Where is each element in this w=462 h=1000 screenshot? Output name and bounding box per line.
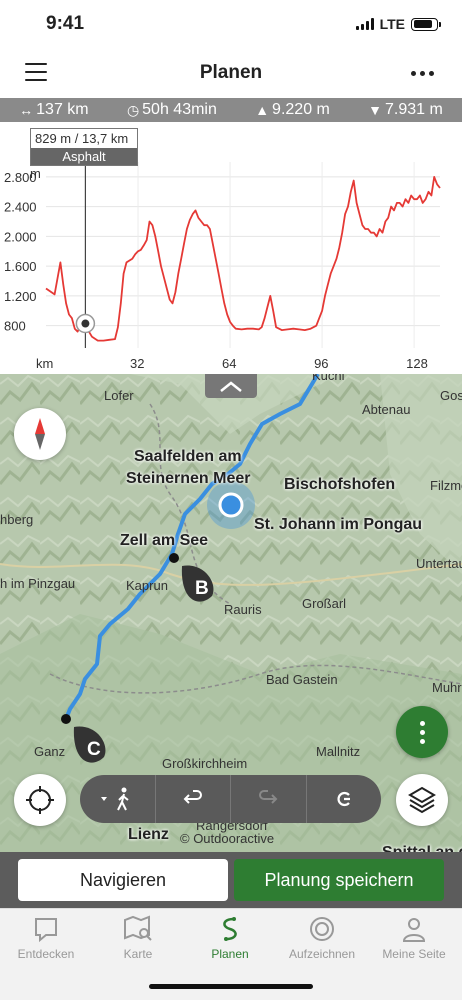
x-tick-label: 64 (222, 356, 236, 371)
undo-icon (183, 790, 202, 804)
compass-button[interactable] (14, 408, 66, 460)
y-tick-label: 1.600 (4, 259, 37, 274)
map-label-pinzgau: h im Pinzgau (0, 576, 76, 591)
map-label-muhr: Muhr (432, 680, 462, 695)
y-unit-label: m (30, 166, 41, 181)
map-label-grosskirchheim: Großkirchheim (162, 756, 248, 771)
y-tick-label: 2.000 (4, 229, 37, 244)
more-dots-icon[interactable] (411, 71, 434, 76)
map-label-lofer: Lofer (104, 388, 134, 403)
more-options-button[interactable] (396, 706, 448, 758)
map-label-saalfelden: Saalfelden am (134, 448, 242, 465)
status-bar: 9:41 LTE (0, 0, 462, 50)
person-icon (402, 918, 426, 942)
descent-icon: ▼ (368, 102, 383, 118)
loop-back-icon (337, 791, 350, 807)
map-label-kuchl: Kuchl (312, 374, 345, 383)
home-indicator (149, 984, 313, 989)
return-to-start-button[interactable] (307, 775, 382, 823)
tab-planen[interactable]: Planen (184, 915, 276, 961)
map-label-spittal: Spittal an der (382, 844, 462, 852)
map-label-lienz: Lienz (128, 826, 169, 843)
y-tick-label: 2.400 (4, 200, 37, 215)
action-bar: Navigieren Planung speichern (0, 852, 462, 908)
signal-icon (355, 18, 374, 30)
clock-icon: ◷ (126, 101, 140, 118)
navigate-button[interactable]: Navigieren (18, 859, 228, 901)
map-label-st-johann: St. Johann im Pongau (254, 516, 423, 533)
locate-button[interactable] (14, 774, 66, 826)
redo-button[interactable] (231, 775, 307, 823)
status-time: 9:41 (46, 13, 85, 34)
map-label-ganz: Ganz (34, 744, 66, 759)
activity-mode-button[interactable] (80, 775, 156, 823)
map-label-untertauern: Untertau (416, 556, 462, 571)
planning-toolbar (80, 775, 381, 823)
tab-entdecken[interactable]: Entdecken (0, 915, 92, 961)
map-label-bad-gastein: Bad Gastein (266, 672, 338, 687)
route-icon (223, 917, 237, 941)
waypoint-marker-b[interactable]: B (195, 578, 209, 600)
x-unit-label: km (36, 356, 53, 371)
stat-duration: ◷ 50h 43min (126, 101, 217, 118)
x-tick-label: 96 (314, 356, 328, 371)
tab-label: Meine Seite (382, 947, 446, 961)
stat-descent: ▼ 7.931 m (368, 101, 443, 118)
route-stats-bar: ↔ 137 km ◷ 50h 43min ▲ 9.220 m ▼ 7.931 m (0, 98, 462, 122)
map-label-mallnitz: Mallnitz (316, 744, 361, 759)
map-copyright: © Outdooractive (180, 831, 275, 846)
chat-bubble-icon (35, 918, 57, 943)
x-tick-label: 32 (130, 356, 144, 371)
map-view[interactable]: Kuchl Lofer Abtenau Gosa Saalfelden am S… (0, 374, 462, 852)
tooltip-value: 829 m / 13,7 km (35, 131, 129, 146)
stat-ascent: ▲ 9.220 m (255, 101, 330, 118)
map-label-abtenau: Abtenau (362, 402, 411, 417)
map-label-filzmoos: Filzmo (430, 478, 462, 493)
undo-button[interactable] (156, 775, 231, 823)
layers-button[interactable] (396, 774, 448, 826)
record-icon (310, 917, 334, 941)
hiker-icon (101, 787, 129, 811)
cursor-marker-dot (81, 319, 90, 328)
save-plan-button[interactable]: Planung speichern (234, 859, 444, 901)
map-label-kaprun: Kaprun (126, 578, 168, 593)
tab-label: Aufzeichnen (288, 947, 356, 961)
map-label-zell-am-see: Zell am See (120, 532, 209, 549)
y-tick-label: 1.200 (4, 289, 37, 304)
page-title: Planen (199, 62, 263, 83)
tab-label: Planen (211, 947, 249, 961)
waypoint-marker-c[interactable]: C (87, 739, 101, 761)
map-label-grossarl: Großarl (302, 596, 347, 611)
x-tick-label: 128 (406, 356, 428, 371)
elevation-series-line (45, 176, 441, 342)
map-label-rauris: Rauris (224, 602, 262, 617)
elevation-tooltip: 829 m / 13,7 km Asphalt (30, 128, 138, 166)
y-tick-label: 800 (4, 319, 26, 334)
chevron-up-icon (220, 381, 242, 392)
redo-icon (259, 790, 278, 804)
ascent-icon: ▲ (255, 102, 270, 118)
compass-icon (35, 418, 45, 450)
tooltip-surface: Asphalt (31, 148, 137, 165)
map-label-berg: hberg (0, 512, 34, 527)
elevation-profile[interactable]: 2.800 2.400 2.000 1.600 1.200 800 m 32 64 96 128 km… (0, 122, 462, 374)
tab-meine-seite[interactable]: Meine Seite (368, 915, 460, 961)
map-label-saalfelden-2: Steinernen Meer (126, 470, 251, 487)
tab-aufzeichnen[interactable]: Aufzeichnen (276, 915, 368, 961)
collapse-profile-button[interactable] (205, 374, 257, 398)
map-label-bischofshofen: Bischofshofen (284, 476, 396, 493)
tab-karte[interactable]: Karte (92, 915, 184, 961)
tab-label: Entdecken (17, 947, 75, 961)
layers-icon (408, 786, 436, 814)
map-label-gosau: Gosa (440, 388, 462, 403)
battery-icon (411, 17, 441, 31)
distance-arrows-icon: ↔ (19, 102, 34, 118)
stat-distance: ↔ 137 km (19, 101, 89, 118)
map-search-icon (124, 915, 152, 941)
app-header: Planen (0, 50, 462, 98)
tab-label: Karte (123, 947, 153, 961)
network-label: LTE (379, 16, 405, 32)
crosshair-icon (26, 786, 54, 814)
